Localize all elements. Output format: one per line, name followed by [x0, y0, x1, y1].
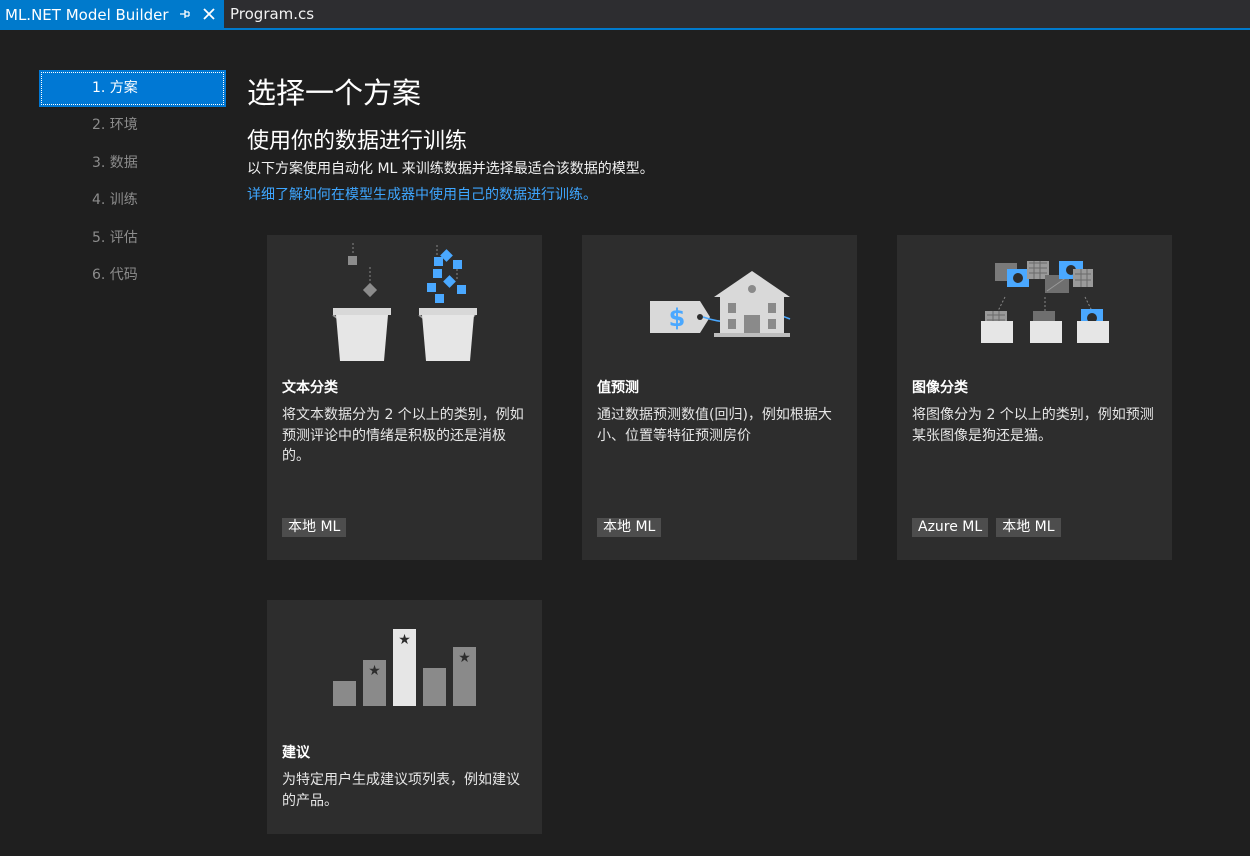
tab-program-cs-label: Program.cs [230, 5, 315, 23]
house-price-tag-icon: $ [650, 271, 791, 337]
section-description: 以下方案使用自动化 ML 来训练数据并选择最适合该数据的模型。 [247, 161, 654, 177]
scenario-card-value-prediction[interactable]: $ 值预测 通过数据预测数值(回归)，例如根据大小、位置等特征预测房价 本地 M… [582, 235, 857, 560]
step-scenario[interactable]: 1. 方案 [39, 70, 226, 107]
card-description: 将图像分为 2 个以上的类别，例如预测某张图像是狗还是猫。 [912, 407, 1154, 444]
scenario-card-recommendation[interactable]: ★ ★ ★ 建议 为特定用户生成建议项列表，例如建议的产品。 [267, 600, 542, 834]
svg-text:★: ★ [368, 663, 381, 679]
card-tags: 本地 ML [282, 518, 347, 537]
page-title: 选择一个方案 [247, 76, 422, 110]
pin-icon[interactable] [178, 7, 192, 21]
tab-accent-line [0, 28, 1250, 30]
tab-model-builder-label: ML.NET Model Builder [5, 6, 169, 24]
svg-text:★: ★ [458, 650, 471, 666]
wizard-steps-nav: 1. 方案 2. 环境 3. 数据 4. 训练 5. 评估 6. 代码 [39, 70, 226, 295]
step-code[interactable]: 6. 代码 [39, 257, 226, 295]
card-title: 建议 [282, 745, 310, 761]
svg-text:$: $ [669, 304, 686, 332]
tag-local-ml: 本地 ML [282, 518, 347, 537]
learn-more-link[interactable]: 详细了解如何在模型生成器中使用自己的数据进行训练。 [247, 184, 597, 204]
step-environment[interactable]: 2. 环境 [39, 107, 226, 145]
tag-azure-ml: Azure ML [912, 518, 989, 537]
card-title: 图像分类 [912, 380, 968, 396]
card-title: 值预测 [597, 380, 639, 396]
card-description: 将文本数据分为 2 个以上的类别，例如预测评论中的情绪是积极的还是消极的。 [282, 407, 524, 464]
svg-text:★: ★ [398, 632, 411, 648]
card-description: 为特定用户生成建议项列表，例如建议的产品。 [282, 772, 520, 809]
card-description: 通过数据预测数值(回归)，例如根据大小、位置等特征预测房价 [597, 407, 832, 444]
tab-model-builder[interactable]: ML.NET Model Builder [0, 0, 224, 30]
card-tags: 本地 ML [597, 518, 662, 537]
scenario-card-image-classification[interactable]: 图像分类 将图像分为 2 个以上的类别，例如预测某张图像是狗还是猫。 Azure… [897, 235, 1172, 560]
step-evaluate[interactable]: 5. 评估 [39, 220, 226, 258]
card-title: 文本分类 [282, 380, 338, 396]
tag-local-ml: 本地 ML [996, 518, 1061, 537]
buckets-classification-icon [332, 243, 477, 361]
image-folders-icon [981, 261, 1109, 343]
card-tags: Azure ML 本地 ML [912, 518, 1061, 537]
section-title: 使用你的数据进行训练 [247, 129, 468, 154]
document-tab-bar: ML.NET Model Builder Program.cs [0, 0, 1250, 30]
step-data[interactable]: 3. 数据 [39, 145, 226, 183]
close-icon[interactable] [202, 7, 216, 21]
tab-program-cs[interactable]: Program.cs [230, 0, 314, 28]
tag-local-ml: 本地 ML [597, 518, 662, 537]
scenario-card-text-classification[interactable]: 文本分类 将文本数据分为 2 个以上的类别，例如预测评论中的情绪是积极的还是消极… [267, 235, 542, 560]
starred-bars-icon: ★ ★ ★ [333, 629, 476, 706]
step-train[interactable]: 4. 训练 [39, 182, 226, 220]
